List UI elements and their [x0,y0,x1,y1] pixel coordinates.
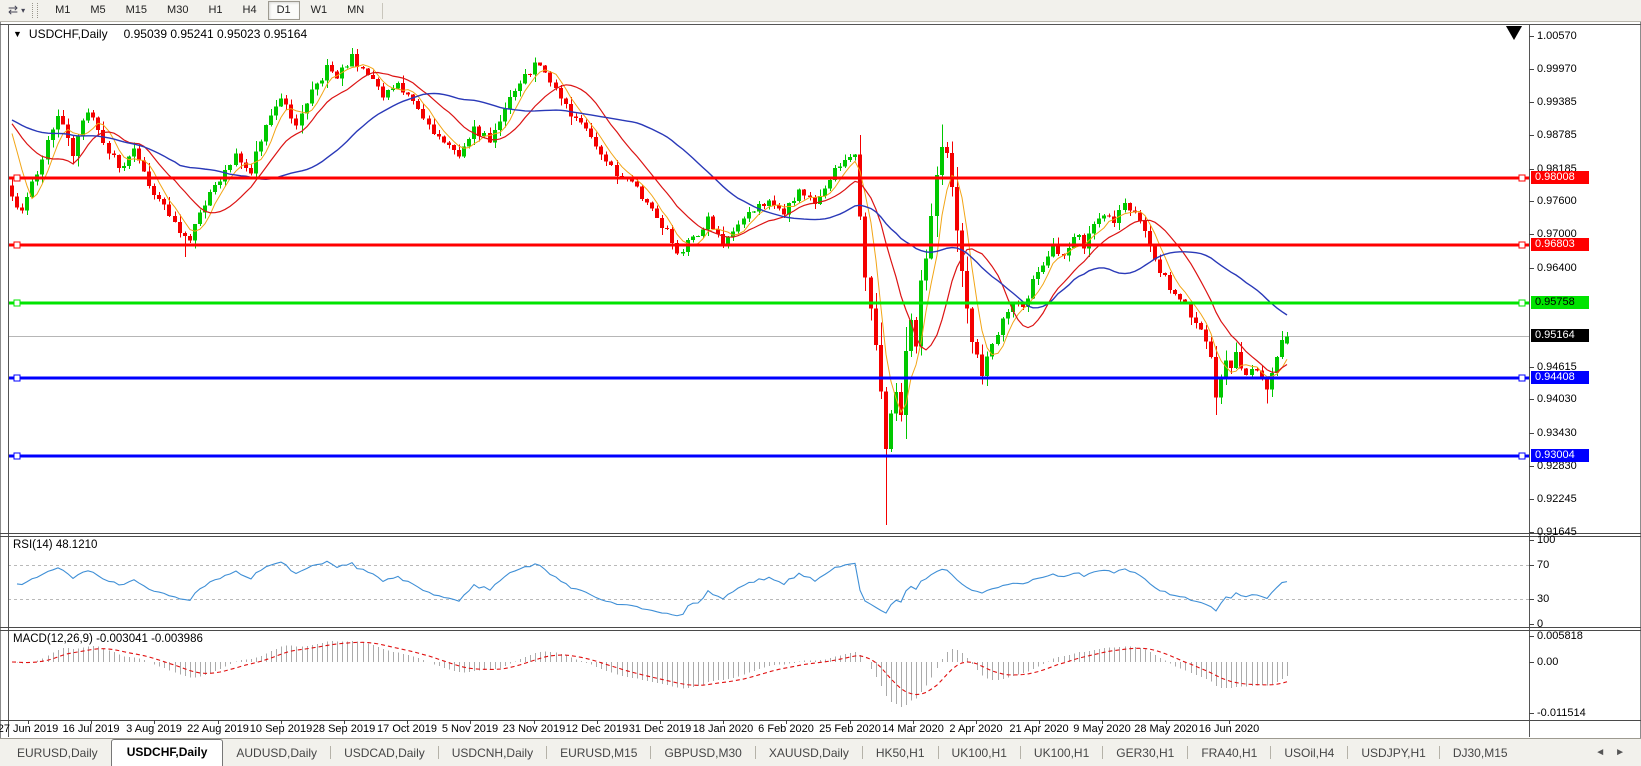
timeframe-button-h4[interactable]: H4 [234,1,266,20]
toolbar-grip[interactable] [32,3,39,18]
date-tick-label: 12 Dec 2019 [565,723,629,735]
date-tick-label: 16 Jul 2019 [62,723,120,735]
rsi-axis-label: 70 [1537,559,1550,571]
price-tick-label: 0.92245 [1537,493,1577,505]
tab-gbpusd-m30[interactable]: GBPUSD,M30 [651,740,754,766]
date-tick-label: 21 Apr 2020 [1009,723,1069,735]
chart-svg[interactable] [0,0,1641,766]
tab-eurusd-daily[interactable]: EURUSD,Daily [4,740,111,766]
date-tick-label: 18 Jan 2020 [692,723,754,735]
chart-tab-bar: EURUSD,Daily USDCHF,Daily AUDUSD,Daily USDC… [0,738,1641,766]
toolbar-separator [382,2,384,19]
price-tick-label: 1.00570 [1537,30,1577,42]
timeframe-button-h1[interactable]: H1 [199,1,231,20]
date-tick-label: 28 Sep 2019 [312,723,376,735]
tab-dj30-m15[interactable]: DJ30,M15 [1440,740,1521,766]
price-tick-label: 0.99970 [1537,63,1577,75]
tab-usdchf-daily[interactable]: USDCHF,Daily [110,739,224,766]
tab-audusd-daily[interactable]: AUDUSD,Daily [223,740,330,766]
date-tick-label: 14 Mar 2020 [882,723,944,735]
timeframe-button-d1[interactable]: D1 [267,1,300,20]
timeframe-button-m1[interactable]: M1 [46,1,79,20]
tabs: EURUSD,Daily USDCHF,Daily AUDUSD,Daily USDC… [4,739,1521,766]
axis-overlay: 1.00570 0.99970 0.99385 0.98785 0.98185 0.976… [0,0,1641,766]
date-tick-label: 23 Nov 2019 [502,723,566,735]
price-tick-label: 0.97000 [1537,228,1577,240]
chart-shift-marker [1506,26,1522,40]
rsi-axis-label: 0 [1537,618,1544,630]
price-tick-label: 0.94030 [1537,393,1577,405]
tab-usdjpy-h1[interactable]: USDJPY,H1 [1348,740,1438,766]
tab-uk100-h1[interactable]: UK100,H1 [1021,740,1102,766]
price-tick-label: 0.91645 [1537,526,1577,538]
price-tick-label: 0.99385 [1537,96,1577,108]
timeframe-button-mn[interactable]: MN [338,1,373,20]
price-tick-label: 0.94615 [1537,361,1577,373]
rsi-axis-label: 30 [1537,593,1550,605]
rsi-axis-label: 100 [1537,534,1556,546]
chart-symbol-label: USDCHF,Daily [28,27,108,41]
price-tick-label: 0.98785 [1537,129,1577,141]
tab-xauusd-daily[interactable]: XAUUSD,Daily [756,740,862,766]
date-tick-label: 25 Feb 2020 [819,723,881,735]
date-tick-label: 6 Feb 2020 [758,723,814,735]
tab-scroll-left-icon[interactable]: ◄ [1595,747,1605,758]
tab-scroll-right-icon[interactable]: ► [1615,747,1625,758]
top-toolbar: ⇄ ▾ M1 M5 M15 M30 H1 H4 D1 W1 MN [0,0,1641,22]
macd-axis-label: 0.00 [1537,656,1559,668]
date-tick-label: 5 Nov 2019 [441,723,499,735]
timeframe-button-w1[interactable]: W1 [302,1,337,20]
macd-axis-label: 0.005818 [1537,630,1583,642]
price-line-badge: 0.94408 [1531,371,1589,384]
date-tick-label: 10 Sep 2019 [249,723,313,735]
date-tick-label: 17 Oct 2019 [377,723,437,735]
date-tick-label: 16 Jun 2020 [1198,723,1260,735]
price-line-badge: 0.93004 [1531,449,1589,462]
price-line-badge: 0.98008 [1531,171,1589,184]
date-tick-label: 27 Jun 2019 [0,723,59,735]
macd-axis-label: -0.011514 [1537,707,1586,719]
chart-shift-icon[interactable]: ⇄ [4,2,20,19]
timeframe-button-m15[interactable]: M15 [117,1,156,20]
tab-hk50-h1[interactable]: HK50,H1 [863,740,938,766]
tab-eurusd-m15[interactable]: EURUSD,M15 [547,740,650,766]
tab-usoil-h4[interactable]: USOil,H4 [1271,740,1347,766]
current-price-badge: 0.95164 [1531,329,1589,342]
chart-ohlc-values: 0.95039 0.95241 0.95023 0.95164 [123,27,308,41]
timeframe-buttons: M1 M5 M15 M30 H1 H4 D1 W1 MN [45,1,374,20]
date-tick-label: 9 May 2020 [1073,723,1131,735]
macd-indicator-label: MACD(12,26,9) -0.003041 -0.003986 [13,633,203,645]
price-tick-label: 0.93430 [1537,427,1577,439]
tab-uk100-h1[interactable]: UK100,H1 [939,740,1020,766]
tab-scroll-arrows: ◄ ► [1595,747,1625,758]
price-line-badge: 0.96803 [1531,238,1589,251]
tab-usdcnh-daily[interactable]: USDCNH,Daily [439,740,546,766]
date-tick-label: 28 May 2020 [1134,723,1198,735]
rsi-indicator-label: RSI(14) 48.1210 [13,539,98,551]
date-tick-label: 31 Dec 2019 [628,723,692,735]
price-tick-label: 0.98185 [1537,163,1577,175]
chevron-down-icon[interactable]: ▾ [20,6,29,15]
date-tick-label: 22 Aug 2019 [187,723,249,735]
date-tick-label: 2 Apr 2020 [949,723,1003,735]
symbol-dropdown-icon[interactable]: ▼ [13,29,22,39]
tab-fra40-h1[interactable]: FRA40,H1 [1188,740,1270,766]
chart-title: ▼ USDCHF,Daily 0.95039 0.95241 0.95023 0.9… [13,27,307,41]
date-tick-label: 3 Aug 2019 [126,723,182,735]
tab-ger30-h1[interactable]: GER30,H1 [1103,740,1187,766]
tab-usdcad-daily[interactable]: USDCAD,Daily [331,740,438,766]
timeframe-button-m5[interactable]: M5 [81,1,114,20]
price-line-badge: 0.95758 [1531,296,1589,309]
price-tick-label: 0.97600 [1537,195,1577,207]
timeframe-button-m30[interactable]: M30 [158,1,197,20]
price-tick-label: 0.92830 [1537,460,1577,472]
price-tick-label: 0.96400 [1537,262,1577,274]
